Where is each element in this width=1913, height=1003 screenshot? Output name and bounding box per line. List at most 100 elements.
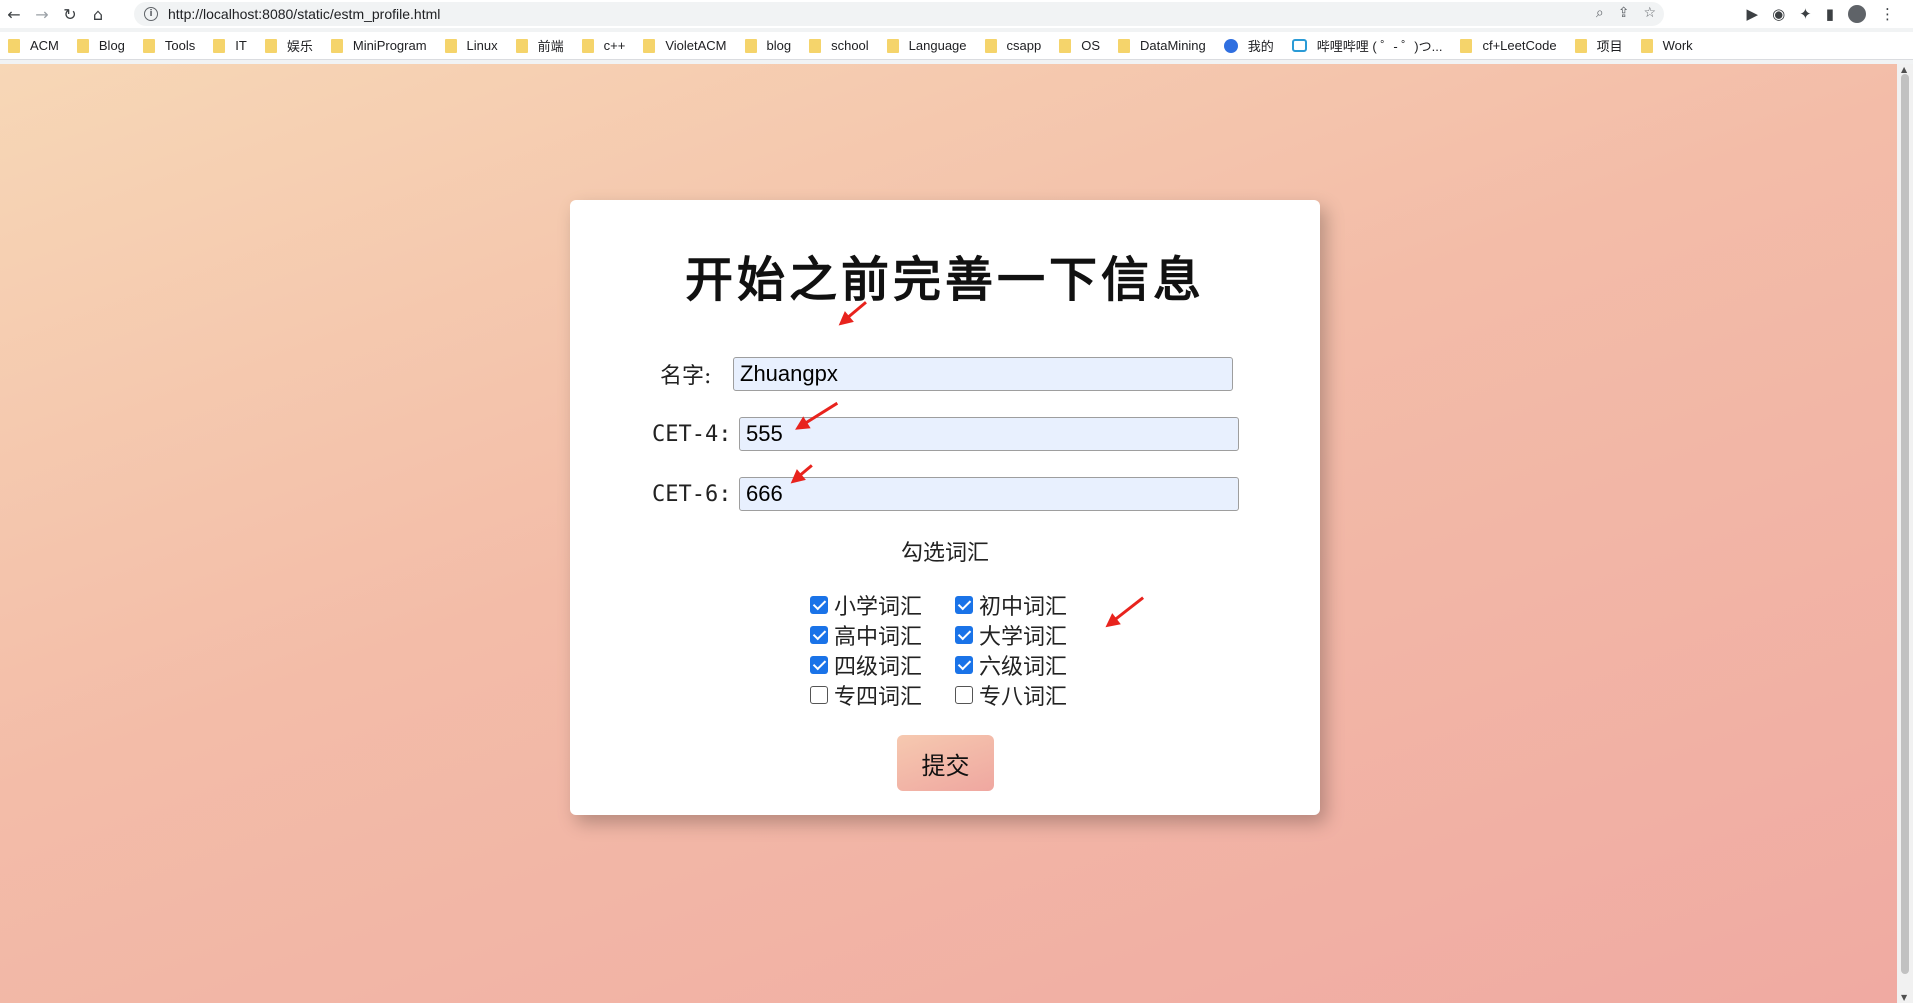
bookmark-item[interactable]: IT <box>213 38 247 53</box>
folder-icon <box>643 38 656 53</box>
checkbox-unchecked[interactable] <box>955 685 973 704</box>
browser-toolbar: ← → ↻ ⌂ i http://localhost:8080/static/e… <box>0 0 1913 28</box>
bookmark-item[interactable]: Blog <box>76 38 125 53</box>
share-icon[interactable]: ⇪ <box>1618 5 1630 21</box>
side-panel-icon[interactable]: ▮ <box>1826 5 1834 23</box>
url-text[interactable]: http://localhost:8080/static/estm_profil… <box>168 6 440 22</box>
play-extension-icon[interactable]: ▶ <box>1747 5 1759 23</box>
folder-icon <box>1460 38 1473 53</box>
back-icon[interactable]: ← <box>0 0 28 28</box>
bookmark-item[interactable]: 我的 <box>1223 36 1274 55</box>
cet4-row: CET-4: <box>652 417 1239 451</box>
home-icon[interactable]: ⌂ <box>84 0 112 28</box>
vocab-option-label: 初中词汇 <box>979 594 1068 620</box>
bookmark-item[interactable]: Tools <box>142 38 196 53</box>
bookmark-item[interactable]: blog <box>744 38 792 53</box>
scroll-down-icon[interactable]: ▼ <box>1901 993 1907 1002</box>
bookmark-item[interactable]: ACM <box>8 38 59 53</box>
bilibili-icon <box>1291 39 1307 52</box>
checkbox-checked[interactable] <box>955 655 973 674</box>
checkbox-checked[interactable] <box>955 625 973 644</box>
vocab-option[interactable]: 初中词汇 <box>955 592 1085 620</box>
menu-icon[interactable]: ⋮ <box>1880 5 1895 23</box>
bookmark-item[interactable]: 娱乐 <box>264 36 313 55</box>
bookmark-item[interactable]: 哔哩哔哩 ( ゜- ゜)つ... <box>1291 36 1442 55</box>
folder-icon <box>744 38 757 53</box>
bookmarks-bar: ACM Blog Tools IT 娱乐 MiniProgram Linux 前端 c++ Vio… <box>0 32 1913 60</box>
bookmark-item[interactable]: school <box>809 38 869 53</box>
checkbox-checked[interactable] <box>810 595 828 614</box>
page-title: 开始之前完善一下信息 <box>684 252 1205 308</box>
reload-icon[interactable]: ↻ <box>56 0 84 28</box>
bookmark-site-icon <box>1223 38 1238 53</box>
vocab-option-label: 专八词汇 <box>979 684 1068 710</box>
extension-icon[interactable]: ◉ <box>1772 5 1785 23</box>
vocab-option[interactable]: 高中词汇 <box>810 622 955 650</box>
bookmark-label: blog <box>766 38 792 53</box>
bookmark-item[interactable]: VioletACM <box>643 38 727 53</box>
vocab-option[interactable]: 四级词汇 <box>810 652 955 680</box>
bookmark-label: VioletACM <box>665 38 727 53</box>
bookmark-item[interactable]: OS <box>1059 38 1100 53</box>
name-row: 名字: <box>660 357 1233 391</box>
bookmark-item[interactable]: csapp <box>984 38 1042 53</box>
bookmark-label: DataMining <box>1140 38 1206 53</box>
vocab-option-label: 小学词汇 <box>834 594 923 620</box>
vocab-option[interactable]: 专八词汇 <box>955 682 1085 710</box>
scroll-up-icon[interactable]: ▲ <box>1901 65 1907 74</box>
bookmark-label: Language <box>908 38 967 53</box>
forward-icon[interactable]: → <box>28 0 56 28</box>
vocab-option-label: 六级词汇 <box>979 654 1068 680</box>
folder-icon <box>264 38 277 53</box>
folder-icon <box>213 38 226 53</box>
vocab-option-label: 专四词汇 <box>834 684 923 710</box>
bookmark-item[interactable]: Work <box>1640 38 1693 53</box>
scroll-thumb[interactable] <box>1901 74 1909 974</box>
address-bar[interactable]: i http://localhost:8080/static/estm_prof… <box>134 2 1664 26</box>
bookmark-item[interactable]: cf+LeetCode <box>1460 38 1557 53</box>
vocab-option[interactable]: 专四词汇 <box>810 682 955 710</box>
bookmark-label: Tools <box>164 38 196 53</box>
vocab-option[interactable]: 小学词汇 <box>810 592 955 620</box>
vocab-option-label: 高中词汇 <box>834 624 923 650</box>
folder-icon <box>8 38 20 53</box>
vocab-heading: 勾选词汇 <box>900 541 989 566</box>
bookmark-label: Work <box>1662 38 1693 53</box>
bookmark-label: cf+LeetCode <box>1482 38 1557 53</box>
bookmark-item[interactable]: Language <box>886 38 967 53</box>
checkbox-checked[interactable] <box>810 625 828 644</box>
bookmark-item[interactable]: 项目 <box>1574 36 1623 55</box>
vertical-scrollbar[interactable]: ▲ ▼ <box>1897 64 1913 1003</box>
puzzle-icon[interactable]: ✦ <box>1799 5 1812 23</box>
vocab-option[interactable]: 大学词汇 <box>955 622 1085 650</box>
cet6-row: CET-6: <box>652 477 1239 511</box>
vocab-option-label: 四级词汇 <box>834 654 923 680</box>
page-background: 开始之前完善一下信息 名字: CET-4: CET-6: 勾选词汇 小学词汇 初中… <box>0 64 1897 1003</box>
profile-avatar[interactable] <box>1848 5 1866 23</box>
bookmark-item[interactable]: 前端 <box>515 36 564 55</box>
bookmark-label: 项目 <box>1596 39 1623 54</box>
zoom-icon[interactable]: ⌕ <box>1596 5 1604 21</box>
star-icon[interactable]: ☆ <box>1643 5 1656 21</box>
folder-icon <box>581 38 594 53</box>
cet6-label: CET-6: <box>652 481 732 507</box>
folder-icon <box>886 38 899 53</box>
checkbox-unchecked[interactable] <box>810 685 828 704</box>
bookmark-item[interactable]: Linux <box>444 38 498 53</box>
name-input[interactable] <box>733 357 1233 391</box>
bookmark-label: csapp <box>1006 38 1042 53</box>
bookmark-item[interactable]: MiniProgram <box>330 38 427 53</box>
cet4-input[interactable] <box>739 417 1239 451</box>
submit-button[interactable]: 提交 <box>897 735 994 791</box>
checkbox-checked[interactable] <box>955 595 973 614</box>
cet6-input[interactable] <box>739 477 1239 511</box>
profile-card: 开始之前完善一下信息 名字: CET-4: CET-6: 勾选词汇 小学词汇 初中… <box>570 200 1320 815</box>
bookmark-item[interactable]: c++ <box>581 38 625 53</box>
bookmark-item[interactable]: DataMining <box>1118 38 1206 53</box>
folder-icon <box>1640 38 1653 53</box>
vocab-option[interactable]: 六级词汇 <box>955 652 1085 680</box>
site-info-icon[interactable]: i <box>144 7 158 21</box>
cet4-label: CET-4: <box>652 421 732 447</box>
bookmark-label: ACM <box>30 38 59 53</box>
checkbox-checked[interactable] <box>810 655 828 674</box>
